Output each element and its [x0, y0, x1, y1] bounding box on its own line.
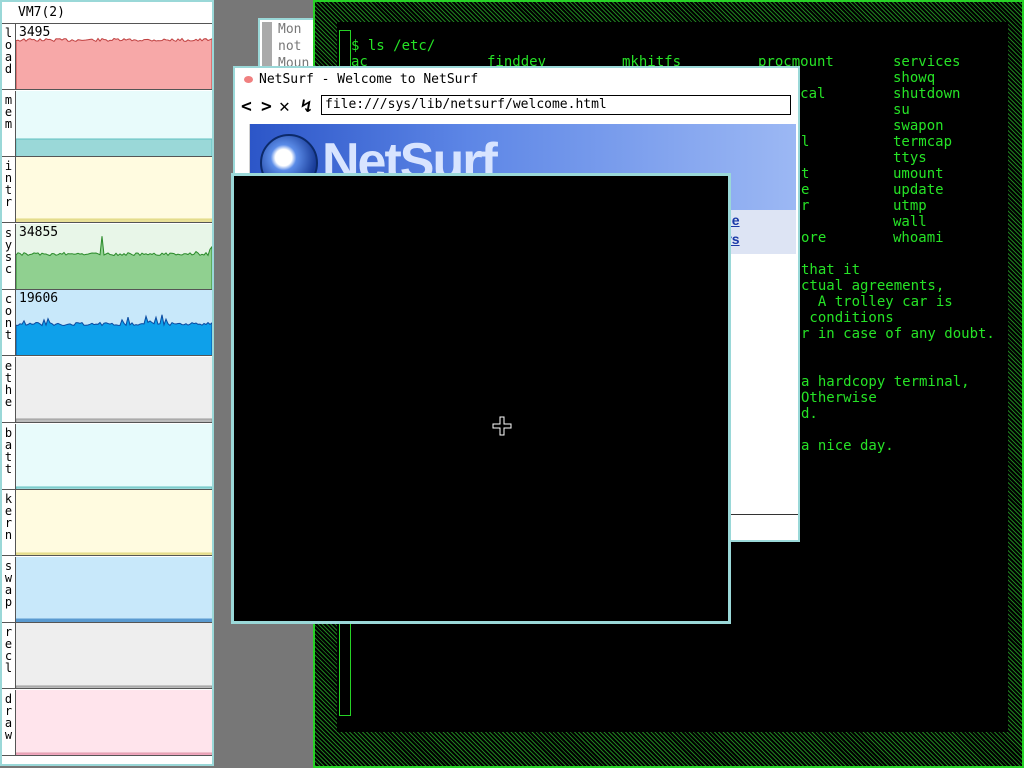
stat-graph-area: [16, 138, 212, 156]
stat-value: 34855: [19, 224, 59, 240]
terminal-prompt: $ ls /etc/: [351, 38, 436, 54]
terminal-file: showq: [893, 70, 936, 86]
terminal-line: a hardcopy terminal,: [801, 374, 970, 390]
stat-row-ethe: ethe: [2, 357, 212, 423]
blank-window[interactable]: [231, 173, 731, 624]
stat-graph-svg: [16, 685, 212, 689]
stat-graph-area: [16, 418, 212, 422]
terminal-line: conditions: [801, 310, 894, 326]
terminal-line: a nice day.: [801, 438, 894, 454]
terminal-line: r in case of any doubt.: [801, 326, 995, 342]
terminal-line: r: [801, 198, 810, 214]
forward-button[interactable]: >: [261, 96, 272, 118]
terminal-file: utmp: [893, 198, 927, 214]
terminal-file: umount: [893, 166, 944, 182]
stat-graph: 3495: [16, 24, 212, 89]
stat-graph: [16, 490, 212, 556]
stat-graph-svg: [16, 618, 212, 622]
terminal-file: ttys: [893, 150, 927, 166]
terminal-line: t: [801, 166, 810, 182]
stat-label: kern: [2, 490, 16, 556]
stat-value: 19606: [19, 291, 59, 307]
netsurf-toolbar: < > ✕ ↯ file:///sys/lib/netsurf/welcome.…: [235, 92, 798, 122]
terminal-file: swapon: [893, 118, 944, 134]
terminal-line: Otherwise: [801, 390, 877, 406]
stat-row-sysc: sysc 34855: [2, 223, 212, 290]
stats-title: VM7(2): [2, 2, 212, 24]
stat-row-load: load 3495: [2, 24, 212, 90]
netsurf-title: NetSurf - Welcome to NetSurf: [259, 72, 479, 87]
stat-label: sysc: [2, 223, 16, 289]
stat-graph: [16, 157, 212, 223]
stat-graph-svg: [16, 418, 212, 422]
stat-graph-area: [16, 37, 212, 89]
terminal-file: su: [893, 102, 910, 118]
terminal-line: ore: [801, 230, 827, 246]
stat-row-cont: cont 19606: [2, 290, 212, 357]
stat-row-batt: batt: [2, 423, 212, 490]
stat-graph: [16, 690, 212, 755]
stat-label: batt: [2, 423, 16, 489]
back-terminal-line: not: [278, 39, 302, 54]
stat-graph-area: [16, 618, 212, 622]
stat-row-recl: recl: [2, 623, 212, 690]
stat-graph-area: [16, 235, 212, 289]
terminal-file: termcap: [893, 134, 953, 150]
stat-graph: [16, 423, 212, 489]
stat-graph-area: [16, 552, 212, 556]
stat-row-swap: swap: [2, 556, 212, 623]
stat-graph-area: [16, 218, 212, 223]
stat-label: mem: [2, 90, 16, 156]
stat-label: intr: [2, 157, 16, 223]
stat-graph: [16, 623, 212, 689]
stat-graph-area: [16, 752, 212, 755]
stat-label: cont: [2, 290, 16, 356]
stat-row-kern: kern: [2, 490, 212, 557]
terminal-file: services: [893, 54, 961, 70]
stat-graph-svg: [16, 552, 212, 556]
stop-button[interactable]: ✕: [279, 96, 290, 118]
stat-graph-svg: [16, 218, 212, 223]
terminal-line: that it: [801, 262, 861, 278]
url-input[interactable]: file:///sys/lib/netsurf/welcome.html: [321, 95, 791, 115]
stat-row-draw: draw: [2, 690, 212, 756]
terminal-line: d.: [801, 406, 818, 422]
stat-graph-area: [16, 314, 212, 356]
stat-graph: [16, 357, 212, 422]
stat-graph-svg: [16, 486, 212, 489]
stat-graph: 19606: [16, 290, 212, 356]
stat-graph: 34855: [16, 223, 212, 289]
stat-graph-area: [16, 486, 212, 489]
stat-graph-svg: [16, 138, 212, 156]
terminal-line: l: [801, 134, 810, 150]
terminal-line: ctual agreements,: [801, 278, 945, 294]
stat-label: recl: [2, 623, 16, 689]
back-terminal-line: Mon: [278, 22, 302, 37]
terminal-line: e: [801, 182, 810, 198]
stat-row-intr: intr: [2, 157, 212, 224]
terminal-file: wall: [893, 214, 927, 230]
reload-button[interactable]: ↯: [301, 96, 312, 118]
stat-graph-area: [16, 685, 212, 689]
terminal-file: whoami: [893, 230, 944, 246]
terminal-file: update: [893, 182, 944, 198]
stat-label: load: [2, 24, 16, 89]
terminal-file: shutdown: [893, 86, 961, 102]
stat-graph: [16, 556, 212, 622]
stat-label: draw: [2, 690, 16, 755]
stat-graph-svg: [16, 752, 212, 755]
crosshair-cursor-icon: [492, 416, 512, 436]
stat-row-mem: mem: [2, 90, 212, 157]
terminal-line: A trolley car is: [801, 294, 953, 310]
stat-label: ethe: [2, 357, 16, 422]
stat-label: swap: [2, 556, 16, 622]
stats-window[interactable]: VM7(2) load 3495 mem intr sysc 34855 cont 19606…: [0, 0, 214, 766]
stat-value: 3495: [19, 25, 51, 40]
stat-graph: [16, 90, 212, 156]
back-button[interactable]: <: [241, 96, 252, 118]
